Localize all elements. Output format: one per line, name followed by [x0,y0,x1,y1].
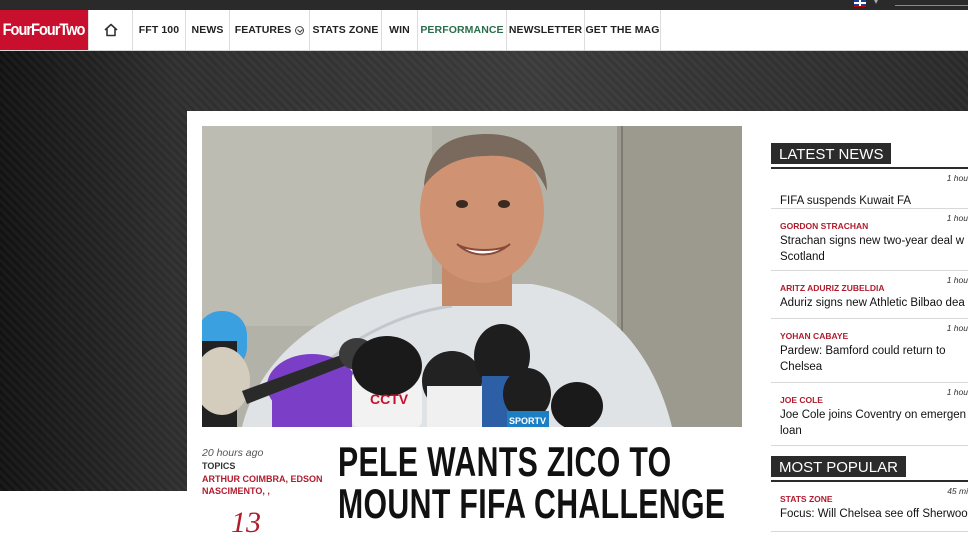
mic-logo-sportv: SPORTV [509,416,546,426]
hero-photo-illustration: CCTV SPORTV [202,126,742,427]
news-item[interactable]: 1 hou YOHAN CABAYE Pardew: Bamford could… [771,319,968,383]
news-time: 1 hou [946,275,968,285]
chevron-down-icon[interactable]: ▾ [874,0,878,6]
nav-features[interactable]: FEATURES [230,10,310,50]
news-tag[interactable]: YOHAN CABAYE [780,331,968,343]
news-time: 1 hou [946,213,968,223]
news-time: 1 hou [946,173,968,183]
topics-label: TOPICS [202,461,236,471]
news-title-line2: Chelsea [780,361,823,373]
site-logo[interactable]: FourFourTwo [0,10,88,50]
hero-photo[interactable]: CCTV SPORTV [202,126,742,427]
news-time: 45 mi [947,486,968,496]
divider [895,5,968,6]
nav-label: FEATURES [234,24,292,36]
logo-text: FourFourTwo [3,20,86,39]
news-item[interactable]: 1 hou FIFA suspends Kuwait FA [771,169,968,209]
section-title: MOST POPULAR [771,456,906,477]
most-popular-header: MOST POPULAR [771,456,968,482]
news-title: FIFA suspends Kuwait FA [780,195,912,207]
nav-label: NEWSLETTER [508,24,583,36]
news-time: 1 hou [946,323,968,333]
sidebar: LATEST NEWS 1 hou FIFA suspends Kuwait F… [771,143,968,532]
news-item[interactable]: 1 hou GORDON STRACHAN Strachan signs new… [771,209,968,271]
nav-label: FFT 100 [138,24,180,36]
mic-logo-cctv: CCTV [370,391,409,407]
news-title: Strachan signs new two-year deal w [780,235,965,247]
home-icon [103,23,118,37]
news-item[interactable]: 45 mi STATS ZONE Focus: Will Chelsea see… [771,482,968,532]
news-title-line2: loan [780,425,802,437]
topics-links[interactable]: ARTHUR COIMBRA, EDSON NASCIMENTO, , [202,473,327,497]
nav-fft100[interactable]: FFT 100 [133,10,186,50]
nav-items: FFT 100 NEWS FEATURES STATS ZONE WIN PER… [88,10,661,50]
nav-label: STATS ZONE [312,24,379,36]
news-tag[interactable]: GORDON STRACHAN [780,221,968,233]
nav-label: WIN [389,24,410,36]
news-title: Focus: Will Chelsea see off Sherwoo [780,508,968,520]
nav-get-the-mag[interactable]: GET THE MAG [585,10,661,50]
nav-win[interactable]: WIN [382,10,418,50]
nav-news[interactable]: NEWS [186,10,230,50]
article-headline[interactable]: PELE WANTS ZICO TO MOUNT FIFA CHALLENGE [338,441,748,525]
main-nav: FourFourTwo FFT 100 NEWS FEATURES STATS … [0,10,968,51]
article-time: 20 hours ago [202,447,264,459]
uk-flag-icon[interactable] [854,0,866,7]
nav-home[interactable] [88,10,133,50]
news-title: Joe Cole joins Coventry on emergen [780,409,967,421]
news-time: 1 hou [946,387,968,397]
nav-label: PERFORMANCE [420,24,504,36]
news-tag[interactable]: JOE COLE [780,395,968,407]
top-strip: ▾ [0,0,968,10]
nav-performance[interactable]: PERFORMANCE [418,10,507,50]
news-title: Pardew: Bamford could return to [780,345,946,357]
news-tag[interactable]: STATS ZONE [780,494,968,506]
nav-newsletter[interactable]: NEWSLETTER [507,10,585,50]
chevron-down-icon [295,25,305,35]
section-title: LATEST NEWS [771,143,892,164]
nav-label: NEWS [191,24,224,36]
nav-label: GET THE MAG [585,24,660,36]
nav-stats-zone[interactable]: STATS ZONE [310,10,382,50]
news-tag[interactable]: ARITZ ADURIZ ZUBELDIA [780,283,968,295]
news-title-line2: Scotland [780,251,825,263]
news-item[interactable]: 1 hou JOE COLE Joe Cole joins Coventry o… [771,383,968,446]
news-tag [780,181,968,193]
news-item[interactable]: 1 hou ARITZ ADURIZ ZUBELDIA Aduriz signs… [771,271,968,319]
comment-count[interactable]: 13 [231,506,261,540]
latest-news-header: LATEST NEWS [771,143,968,169]
news-title: Aduriz signs new Athletic Bilbao dea [780,297,965,309]
